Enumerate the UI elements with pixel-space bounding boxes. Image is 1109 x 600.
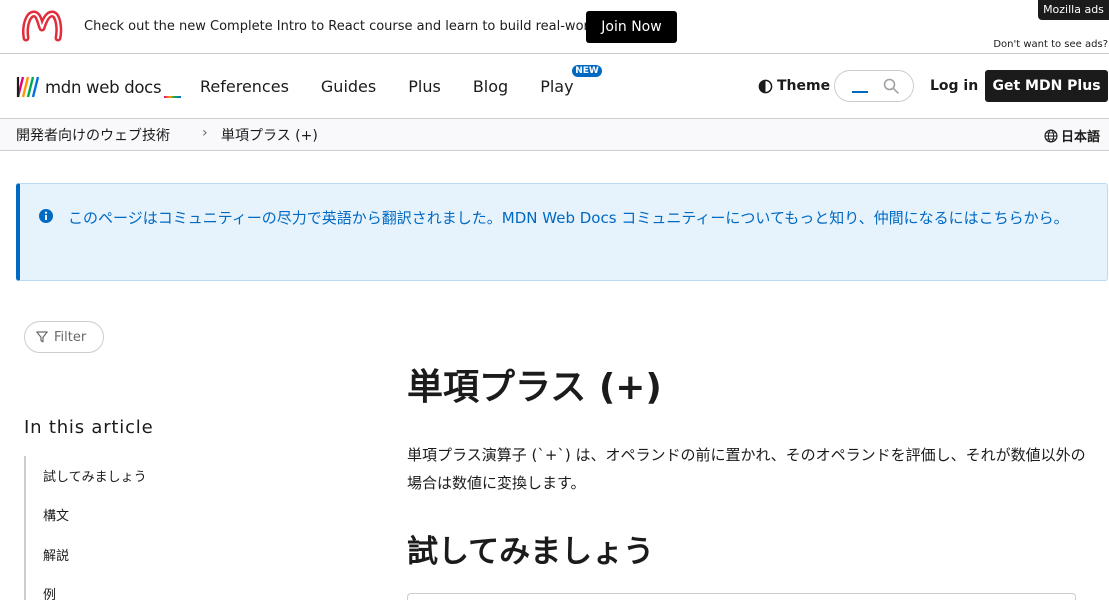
theme-label: Theme xyxy=(777,78,831,94)
breadcrumb: 開発者向けのウェブ技術 › 単項プラス (+) 日本語 xyxy=(0,119,1109,151)
breadcrumb-separator: › xyxy=(202,125,208,141)
page-title: 単項プラス (+) xyxy=(407,367,662,408)
site-header: mdn web docs References Guides Plus Blog… xyxy=(0,54,1109,119)
nav-play-label: Play xyxy=(540,77,574,96)
toc-item-syntax[interactable]: 構文 xyxy=(43,505,69,524)
mdn-m-icon xyxy=(16,76,40,98)
logo-text: mdn web docs xyxy=(45,77,162,97)
section-title-try-it: 試してみましょう xyxy=(407,534,655,570)
info-icon xyxy=(39,209,53,223)
language-switcher[interactable]: 日本語 xyxy=(1044,126,1100,145)
search-input[interactable] xyxy=(834,70,914,102)
nav-plus[interactable]: Plus xyxy=(408,77,441,96)
toc-item-description[interactable]: 解説 xyxy=(43,545,69,564)
globe-icon xyxy=(1044,128,1058,143)
join-now-button[interactable]: Join Now xyxy=(586,11,677,43)
language-label: 日本語 xyxy=(1061,130,1101,145)
breadcrumb-item-current[interactable]: 単項プラス (+) xyxy=(221,125,318,145)
ad-text[interactable]: Check out the new Complete Intro to Reac… xyxy=(84,19,640,34)
breadcrumb-item-web-tech[interactable]: 開発者向けのウェブ技術 xyxy=(16,125,170,145)
get-mdn-plus-button[interactable]: Get MDN Plus xyxy=(985,70,1108,102)
filter-button[interactable]: Filter xyxy=(24,321,104,353)
mozilla-ads-badge[interactable]: Mozilla ads xyxy=(1038,0,1109,20)
logo-underscore xyxy=(164,96,182,98)
translation-notice: このページはコミュニティーの尽力で英語から翻訳されました。MDN Web Doc… xyxy=(16,183,1108,281)
course-logo-icon[interactable] xyxy=(20,8,64,44)
intro-paragraph: 単項プラス演算子 (`+`) は、オペランドの前に置かれ、そのオペランドを評価し… xyxy=(407,446,1086,492)
search-cursor xyxy=(852,91,868,93)
nav-guides[interactable]: Guides xyxy=(321,77,376,96)
mdn-logo[interactable]: mdn web docs xyxy=(16,74,182,100)
nav-blog[interactable]: Blog xyxy=(473,77,508,96)
interactive-example-frame[interactable] xyxy=(407,593,1076,600)
login-link[interactable]: Log in xyxy=(930,78,978,94)
theme-half-circle-icon xyxy=(758,79,773,93)
theme-button[interactable]: Theme xyxy=(758,78,830,94)
dont-want-ads-link[interactable]: Don't want to see ads? xyxy=(993,39,1108,50)
filter-label: Filter xyxy=(54,329,87,345)
notice-text[interactable]: このページはコミュニティーの尽力で英語から翻訳されました。MDN Web Doc… xyxy=(68,202,1093,234)
table-of-contents: 試してみましょう 構文 解説 例 xyxy=(24,456,324,600)
filter-funnel-icon xyxy=(36,331,48,343)
nav-play[interactable]: Play NEW xyxy=(540,65,602,96)
main-nav: References Guides Plus Blog Play NEW xyxy=(200,54,606,119)
new-badge: NEW xyxy=(572,65,602,77)
toc-item-examples[interactable]: 例 xyxy=(43,584,56,600)
nav-references[interactable]: References xyxy=(200,77,289,96)
toc-title: In this article xyxy=(24,417,154,438)
search-icon[interactable] xyxy=(883,78,899,94)
toc-item-try-it[interactable]: 試してみましょう xyxy=(43,466,147,485)
ad-banner: Check out the new Complete Intro to Reac… xyxy=(0,0,1109,54)
